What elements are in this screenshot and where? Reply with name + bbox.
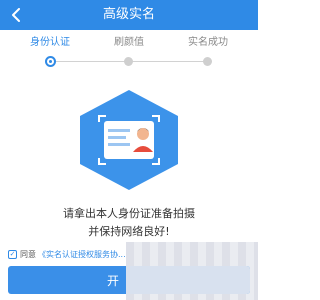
step-dot	[124, 57, 133, 66]
step-label: 身份认证	[30, 37, 70, 48]
chevron-left-icon	[12, 8, 20, 22]
agreement-prefix: 同意	[20, 249, 36, 259]
page-title: 高级实名	[102, 7, 155, 22]
blurred-overlay	[126, 266, 250, 294]
instruction-line: 并保持网络良好!	[88, 225, 170, 238]
id-card-illustration	[75, 88, 183, 192]
step-identity: 身份认证	[7, 36, 93, 50]
id-card-icon	[80, 90, 178, 190]
step-label: 实名成功	[188, 37, 228, 48]
agreement-row: ✓ 同意 《实名认证授权服务协...	[8, 248, 126, 260]
check-icon: ✓	[9, 249, 16, 258]
start-button-label: 开	[106, 273, 119, 288]
step-dot	[203, 57, 212, 66]
agreement-checkbox[interactable]: ✓	[8, 249, 17, 259]
step-label: 刷颜值	[114, 37, 144, 48]
instruction-text: 请拿出本人身份证准备拍摄 并保持网络良好!	[0, 205, 258, 241]
agreement-link[interactable]: 《实名认证授权服务协...	[38, 249, 126, 260]
step-dot-active	[45, 56, 56, 67]
start-button[interactable]: 开	[8, 266, 250, 294]
back-button[interactable]	[6, 5, 26, 25]
progress-steps: 身份认证 刷颜值 实名成功	[0, 36, 258, 72]
step-success: 实名成功	[165, 36, 251, 50]
step-face: 刷颜值	[86, 36, 172, 50]
header-bar: 高级实名	[0, 0, 258, 30]
instruction-line: 请拿出本人身份证准备拍摄	[63, 207, 195, 220]
